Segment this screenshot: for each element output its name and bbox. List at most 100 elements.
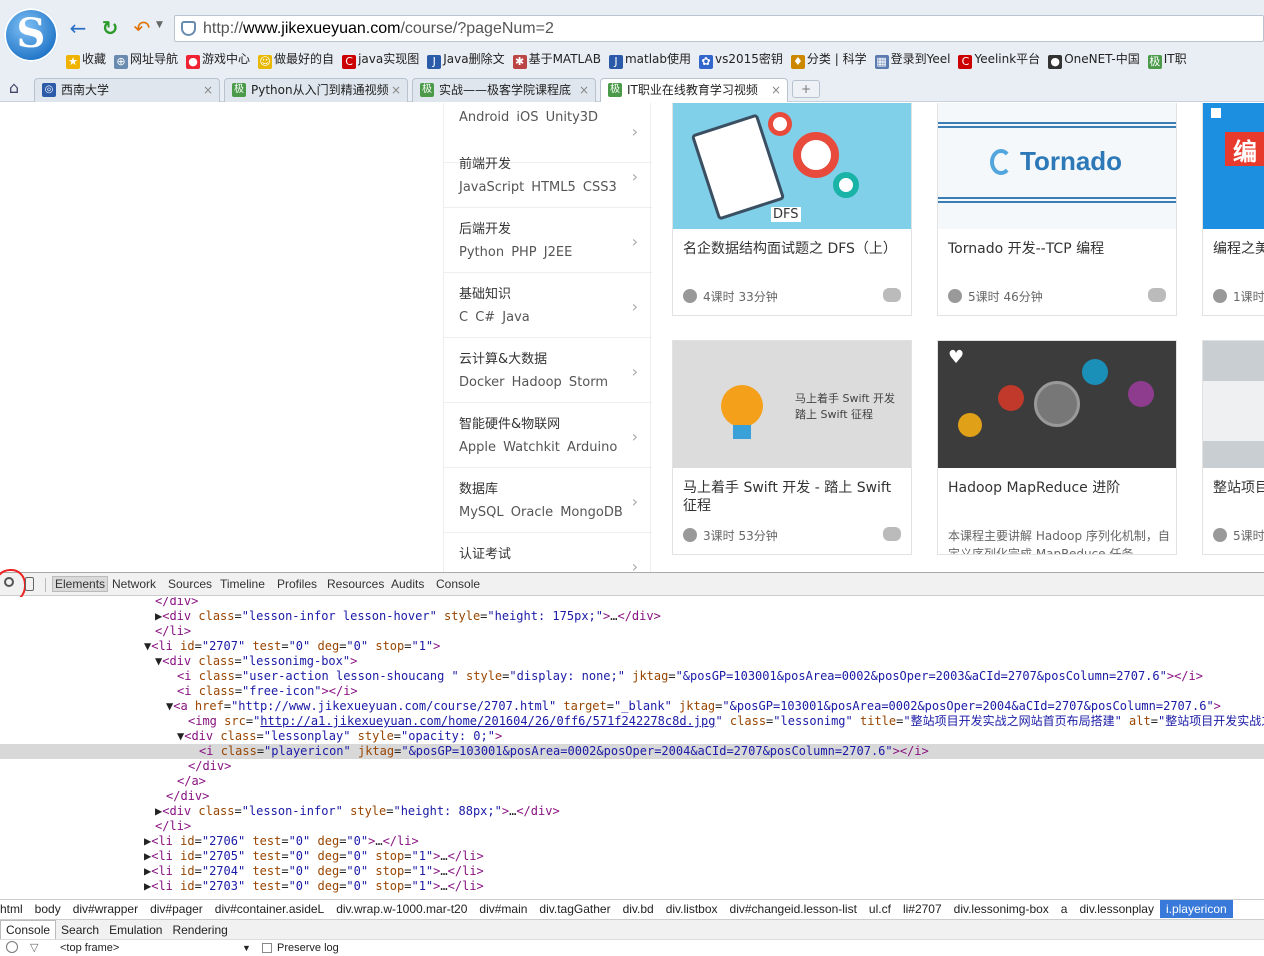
devtools-tab[interactable]: Audits [391,577,424,591]
course-title[interactable]: 编程之美赛题目提 [1213,240,1264,258]
breadcrumb-item[interactable]: div.bd [617,900,660,918]
drawer-tab[interactable]: Emulation [104,921,167,939]
breadcrumb-item[interactable]: div#changeid.lesson-list [724,900,863,918]
bookmark-item[interactable]: ✱ 基于MATLAB [512,50,601,69]
course-thumbnail[interactable]: 编 [1203,103,1264,229]
devtools-tab[interactable]: Elements [52,576,109,592]
bookmark-item[interactable]: ★ 收藏 [66,50,106,69]
dom-node-line[interactable]: <i class="user-action lesson-shoucang " … [0,669,1264,684]
course-title[interactable]: 马上着手 Swift 开发 - 踏上 Swift 征程 [683,479,903,515]
tab-close-icon[interactable]: × [391,79,401,101]
back-arrow-icon[interactable]: ← [66,16,90,40]
dom-node-line[interactable]: ▼<div class="lessonimg-box"> [0,654,1264,669]
breadcrumb-item[interactable]: div#wrapper [67,900,144,918]
course-card[interactable]: Tornado Tornado 开发--TCP 编程 5课时 46分钟 [937,103,1177,316]
course-card[interactable]: 编编程之美赛题目提 1课时 [1202,103,1264,316]
dom-node-line[interactable]: ▶<li id="2706" test="0" deg="0">…</li> [0,834,1264,849]
dom-node-line[interactable]: <img src="http://a1.jikexueyuan.com/home… [0,714,1264,729]
breadcrumb-item[interactable]: div.lessonimg-box [948,900,1055,918]
dom-node-line[interactable]: ▶<div class="lesson-infor" style="height… [0,804,1264,819]
breadcrumb-item[interactable]: html [0,900,29,918]
play-button-icon[interactable] [1034,381,1080,427]
breadcrumb-item[interactable]: ul.cf [863,900,897,918]
category-item[interactable]: 智能硬件&物联网 Apple Watchkit Arduino › [444,403,652,468]
dom-node-line[interactable]: </div> [0,789,1264,804]
devtools-tab[interactable]: Console [436,577,480,591]
breadcrumb-item[interactable]: i.playericon [1159,900,1233,918]
dom-node-line[interactable]: </li> [0,624,1264,639]
frame-select[interactable]: <top frame> [60,940,119,956]
category-item[interactable]: 前端开发 JavaScript HTML5 CSS3 › [444,143,652,208]
breadcrumb-item[interactable]: div#container.asideL [209,900,330,918]
device-mode-icon[interactable] [25,577,34,591]
dom-node-line[interactable]: ▶<li id="2704" test="0" deg="0" stop="1"… [0,864,1264,879]
address-bar[interactable]: http://www.jikexueyuan.com/course/?pageN… [174,15,1264,42]
breadcrumb-item[interactable]: div.lessonplay [1073,900,1159,918]
devtools-tab[interactable]: Network [112,577,156,591]
course-card[interactable]: ♥ Hadoop MapReduce 进阶 本课程主要讲解 Hadoop 序列化机制… [937,340,1177,555]
category-item[interactable]: 云计算&大数据 Docker Hadoop Storm › [444,338,652,403]
course-title[interactable]: 名企数据结构面试题之 DFS（上） [683,240,903,258]
devtools-tab[interactable]: Resources [327,577,384,591]
dom-node-line[interactable]: ▼<a href="http://www.jikexueyuan.com/cou… [0,699,1264,714]
bookmark-item[interactable]: ✿ vs2015密钥 [699,50,783,69]
browser-tab[interactable]: ◎ 西南大学 × [34,78,220,102]
dom-node-line[interactable]: <i class="playericon" jktag="&posGP=1030… [0,744,1264,759]
home-icon[interactable]: ⌂ [4,78,24,98]
tab-close-icon[interactable]: × [203,79,213,101]
course-thumbnail[interactable] [1203,341,1264,468]
category-item[interactable]: 数据库 MySQL Oracle MongoDB › [444,468,652,533]
dom-node-line[interactable]: </div> [0,597,1264,609]
course-title[interactable]: 整站项目搭建 [1213,479,1264,497]
bookmark-item[interactable]: Jmatlab使用 [608,50,691,69]
category-item[interactable]: 认证考试·› [444,533,652,572]
drawer-tab[interactable]: Rendering [167,921,232,939]
bookmark-item[interactable]: C Yeelink平台 [958,50,1040,69]
dom-node-line[interactable]: ▼<li id="2707" test="0" deg="0" stop="1"… [0,639,1264,654]
filter-icon[interactable]: ▽ [30,940,38,956]
course-title[interactable]: Tornado 开发--TCP 编程 [948,240,1168,258]
bookmark-item[interactable]: ☺ 做最好的自 [258,50,334,69]
course-card[interactable]: 整站项目搭建 5课时 [1202,340,1264,555]
breadcrumb-item[interactable]: li#2707 [897,900,948,918]
course-thumbnail[interactable]: 马上着手 Swift 开发 踏上 Swift 征程 [673,341,911,468]
bookmark-item[interactable]: ● OneNET-中国 [1048,50,1140,69]
preserve-log-checkbox[interactable] [262,943,272,953]
dom-node-line[interactable]: ▼<div class="lessonplay" style="opacity:… [0,729,1264,744]
bookmark-item[interactable]: ● 游戏中心 [186,50,250,69]
course-title[interactable]: Hadoop MapReduce 进阶 [948,479,1168,497]
category-item[interactable]: 后端开发 Python PHP J2EE › [444,208,652,273]
devtools-tab[interactable]: Profiles [277,577,317,591]
new-tab-button[interactable]: + [792,80,820,98]
devtools-tab[interactable]: Timeline [220,577,265,591]
refresh-icon[interactable]: ↻ [98,16,122,40]
bookmark-item[interactable]: 极 IT职 [1147,50,1187,69]
bookmark-item[interactable]: ▦ 登录到Yeel [874,50,950,69]
undo-dropdown-icon[interactable]: ▼ [156,20,163,30]
frame-select-arrow-icon[interactable]: ▼ [242,940,251,956]
heart-icon[interactable]: ♥ [948,349,964,367]
breadcrumb-item[interactable]: body [29,900,67,918]
dom-node-line[interactable]: ▶<li id="2703" test="0" deg="0" stop="1"… [0,879,1264,894]
bookmark-item[interactable]: Cjava实现图 [342,50,419,69]
course-thumbnail[interactable]: Tornado [938,103,1176,229]
course-thumbnail[interactable]: ♥ [938,341,1176,468]
course-card[interactable]: DFS 名企数据结构面试题之 DFS（上） 4课时 33分钟 [672,103,912,316]
dom-node-line[interactable]: </a> [0,774,1264,789]
course-card[interactable]: 马上着手 Swift 开发 踏上 Swift 征程马上着手 Swift 开发 -… [672,340,912,555]
browser-tab[interactable]: 极 Python从入门到精通视频 × [224,78,408,102]
drawer-tab[interactable]: Search [56,921,104,939]
dom-node-line[interactable]: ▶<div class="lesson-infor lesson-hover" … [0,609,1264,624]
tab-close-icon[interactable]: × [579,79,589,101]
breadcrumb-item[interactable]: div.wrap.w-1000.mar-t20 [330,900,473,918]
inspect-element-button[interactable] [0,569,26,603]
browser-tab[interactable]: 极 IT职业在线教育学习视频 × [600,78,788,102]
bookmark-item[interactable]: ♦ 分类 | 科学 [790,50,867,69]
bookmark-item[interactable]: J Java删除文 [427,50,505,69]
dom-node-line[interactable]: <i class="free-icon"></i> [0,684,1264,699]
tab-close-icon[interactable]: × [771,79,781,101]
undo-icon[interactable]: ↶ [130,16,154,40]
dom-node-line[interactable]: </li> [0,819,1264,834]
devtools-tab[interactable]: Sources [168,577,212,591]
drawer-tab[interactable]: Console [0,920,57,939]
